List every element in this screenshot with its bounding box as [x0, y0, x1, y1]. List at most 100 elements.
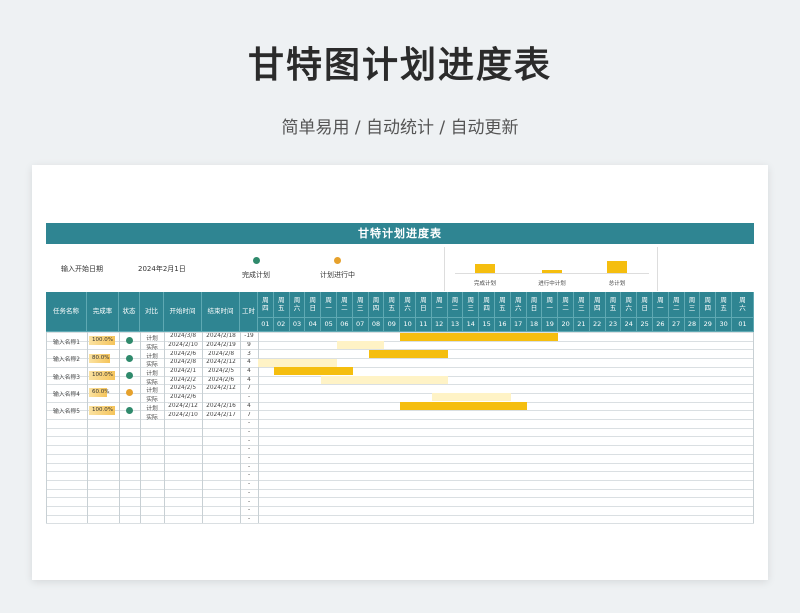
start-time[interactable]: 2024/2/6 — [164, 351, 202, 357]
weekday-header: 周五 — [384, 292, 401, 318]
task-name[interactable]: 输入名称4 — [46, 389, 87, 398]
completion-rate: 100.0% — [89, 336, 115, 346]
start-time[interactable]: 2024/2/8 — [164, 359, 202, 365]
end-time[interactable]: 2024/2/12 — [202, 385, 240, 391]
day-header: 21 — [574, 318, 590, 332]
in-progress-status-icon — [334, 257, 341, 264]
row-line — [46, 427, 754, 429]
col-header: 开始时间 — [164, 292, 202, 332]
done-status-icon — [253, 257, 260, 264]
weekday-header: 周六 — [289, 292, 306, 318]
weekday-char: 三 — [467, 303, 475, 312]
weekday-header: 周日 — [637, 292, 653, 318]
work-hours: - — [247, 472, 251, 479]
start-time[interactable]: 2024/2/5 — [164, 385, 202, 391]
done-status-icon — [126, 406, 133, 414]
day-header: 14 — [463, 318, 480, 332]
weekday-header: 周六 — [621, 292, 638, 318]
weekday-header: 周日 — [305, 292, 322, 318]
weekday-header: 周四 — [589, 292, 606, 318]
day-header: 13 — [447, 318, 464, 332]
task-name[interactable]: 输入名称2 — [46, 354, 87, 363]
work-hours: - — [247, 498, 251, 505]
start-time[interactable]: 2024/2/12 — [164, 403, 202, 409]
chart-bar-label: 进行中计划 — [538, 281, 566, 287]
task-name[interactable]: 输入名称5 — [46, 406, 87, 415]
work-hours: 4 — [247, 368, 251, 374]
gantt-plan-bar — [258, 358, 337, 367]
gantt-actual-bar — [368, 349, 448, 358]
weekday-char: 六 — [625, 303, 633, 312]
weekday-char: 日 — [309, 303, 317, 312]
weekday-char: 日 — [420, 303, 427, 312]
day-header: 29 — [700, 318, 717, 332]
row-line — [46, 445, 754, 447]
end-time[interactable]: 2024/2/19 — [202, 342, 240, 348]
weekday-char: 三 — [688, 303, 696, 312]
day-header: 30 — [716, 318, 732, 332]
work-hours: - — [247, 437, 251, 444]
summary-chart: 完成计划 进行中计划 总计划 — [444, 247, 658, 291]
col-header: 状态 — [119, 292, 140, 332]
day-header: 16 — [495, 318, 511, 332]
day-header: 11 — [416, 318, 432, 332]
weekday-header: 周一 — [321, 292, 337, 318]
work-hours: - — [247, 455, 251, 461]
chart-baseline — [455, 273, 649, 274]
work-hours: 7 — [247, 385, 251, 392]
work-hours: - — [247, 394, 251, 401]
weekday-char: 四 — [262, 303, 269, 312]
weekday-header: 周五 — [495, 292, 511, 318]
end-time[interactable]: 2024/2/8 — [202, 351, 240, 357]
col-line — [753, 332, 754, 524]
start-time[interactable]: 2024/2/6 — [164, 394, 202, 400]
day-header: 27 — [668, 318, 685, 332]
weekday-header: 周二 — [668, 292, 685, 318]
day-header: 01 — [258, 318, 274, 332]
end-time[interactable]: 2024/2/16 — [202, 403, 240, 409]
day-header: 03 — [289, 318, 306, 332]
page-subtitle: 简单易用 / 自动统计 / 自动更新 — [281, 118, 519, 138]
work-hours: - — [247, 428, 251, 435]
done-status-icon — [126, 354, 133, 362]
compare-type: 计划 — [146, 388, 158, 395]
day-header: 02 — [273, 318, 290, 332]
compare-type: 计划 — [146, 405, 158, 412]
end-time[interactable]: 2024/2/17 — [202, 412, 240, 418]
day-header: 18 — [526, 318, 543, 332]
work-hours: 3 — [247, 350, 251, 357]
col-header: 对比 — [140, 292, 164, 332]
chart-bar — [475, 264, 495, 273]
start-time[interactable]: 2024/2/10 — [164, 342, 202, 348]
task-name[interactable]: 输入名称1 — [46, 337, 87, 346]
weekday-char: 五 — [388, 303, 396, 312]
start-time[interactable]: 2024/3/8 — [164, 333, 202, 339]
work-hours: - — [247, 420, 251, 427]
end-time[interactable]: 2024/2/12 — [202, 359, 240, 365]
in-progress-legend-label: 计划进行中 — [320, 271, 355, 279]
chart-bar-label: 完成计划 — [473, 281, 496, 287]
start-time[interactable]: 2024/2/2 — [164, 377, 202, 383]
chart-bar — [542, 270, 562, 273]
start-time[interactable]: 2024/2/10 — [164, 412, 202, 418]
weekday-char: 六 — [514, 303, 522, 312]
work-hours: - — [247, 481, 251, 488]
weekday-char: 五 — [277, 303, 285, 312]
weekday-char: 四 — [372, 303, 380, 312]
weekday-header: 周日 — [416, 292, 432, 318]
end-time[interactable]: 2024/2/18 — [202, 333, 240, 339]
start-time[interactable]: 2024/2/1 — [164, 368, 202, 374]
weekday-header: 周六 — [510, 292, 527, 318]
weekday-header: 周日 — [526, 292, 543, 318]
work-hours: 9 — [247, 341, 251, 348]
weekday-header: 周五 — [716, 292, 732, 318]
task-name[interactable]: 输入名称3 — [46, 372, 87, 381]
start-date-input[interactable]: 2024年2月1日 — [138, 264, 186, 274]
day-header: 15 — [479, 318, 495, 332]
end-time[interactable]: 2024/2/6 — [202, 377, 240, 383]
weekday-header: 周三 — [684, 292, 701, 318]
weekday-header: 周二 — [558, 292, 574, 318]
compare-type: 实际 — [146, 362, 158, 369]
weekday-char: 五 — [609, 303, 617, 312]
end-time[interactable]: 2024/2/5 — [202, 368, 240, 374]
